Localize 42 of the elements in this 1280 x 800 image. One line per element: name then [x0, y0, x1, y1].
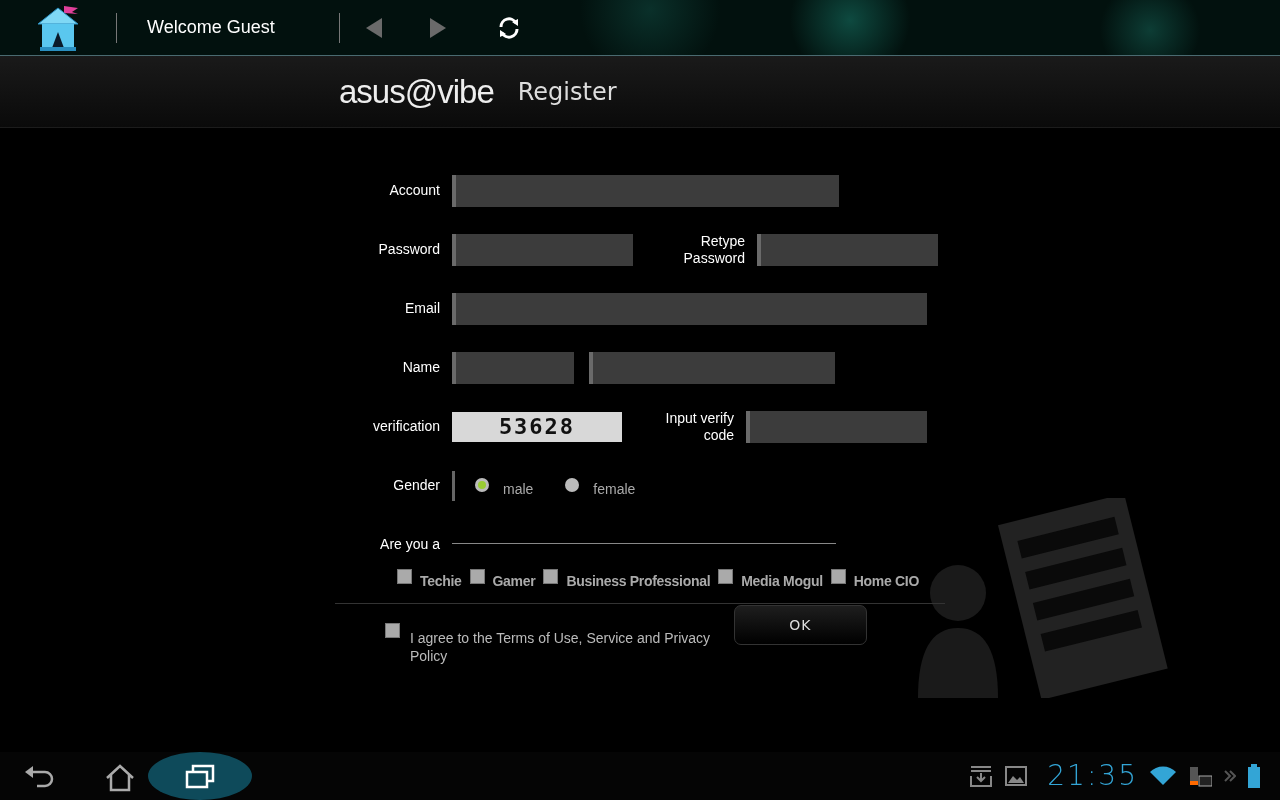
clock-text: 21:35 [1047, 762, 1138, 790]
first-name-field[interactable] [452, 351, 574, 384]
back-arrow-icon[interactable] [365, 17, 382, 38]
field-label: Email [404, 300, 440, 317]
last-name-field[interactable] [589, 351, 835, 384]
chevron-icon [1224, 770, 1236, 782]
home-icon[interactable] [105, 764, 135, 792]
password-field[interactable] [452, 233, 633, 266]
field-label: Input verify code [664, 409, 734, 444]
role-checkbox[interactable]: Media Mogul [718, 567, 823, 589]
retype-password-field[interactable] [757, 233, 938, 266]
wifi-icon [1150, 766, 1176, 786]
battery-icon [1248, 764, 1260, 788]
gender-radio[interactable]: male [475, 474, 534, 497]
brand-logo: asus@vibe [339, 72, 494, 111]
welcome-text: Welcome Guest [147, 17, 275, 38]
role-checkbox[interactable]: Gamer [469, 567, 536, 589]
keyboard-battery-icon [1188, 765, 1212, 787]
account-field[interactable] [452, 174, 839, 207]
page-title: Register [517, 77, 617, 106]
forward-arrow-icon[interactable] [429, 17, 446, 38]
agree-text: I agree to the Terms of Use, Service and Privacy Policy [410, 629, 712, 665]
field-label: verification [372, 418, 440, 435]
field-label: Name [401, 359, 440, 376]
agree-checkbox[interactable] [385, 623, 400, 638]
field-label: Gender [392, 477, 440, 494]
field-label: Retype Password [682, 232, 745, 267]
role-checkbox[interactable]: Business Professional [543, 567, 711, 589]
image-icon[interactable] [1005, 766, 1028, 786]
gender-radio[interactable]: female [565, 474, 636, 497]
captcha-image: 53628 [452, 411, 622, 442]
field-label: Account [388, 182, 440, 199]
email-field[interactable] [452, 292, 927, 325]
ok-button[interactable]: OK [733, 605, 867, 645]
back-icon[interactable] [25, 764, 55, 790]
role-checkbox[interactable]: Techie [397, 567, 462, 589]
verify-code-field[interactable] [746, 410, 927, 443]
recent-apps-icon[interactable] [185, 763, 215, 789]
field-label: Password [377, 241, 440, 258]
field-label: Are you a [379, 536, 440, 553]
role-checkbox[interactable]: Home CIO [830, 567, 919, 589]
download-tray-icon[interactable] [969, 764, 994, 788]
